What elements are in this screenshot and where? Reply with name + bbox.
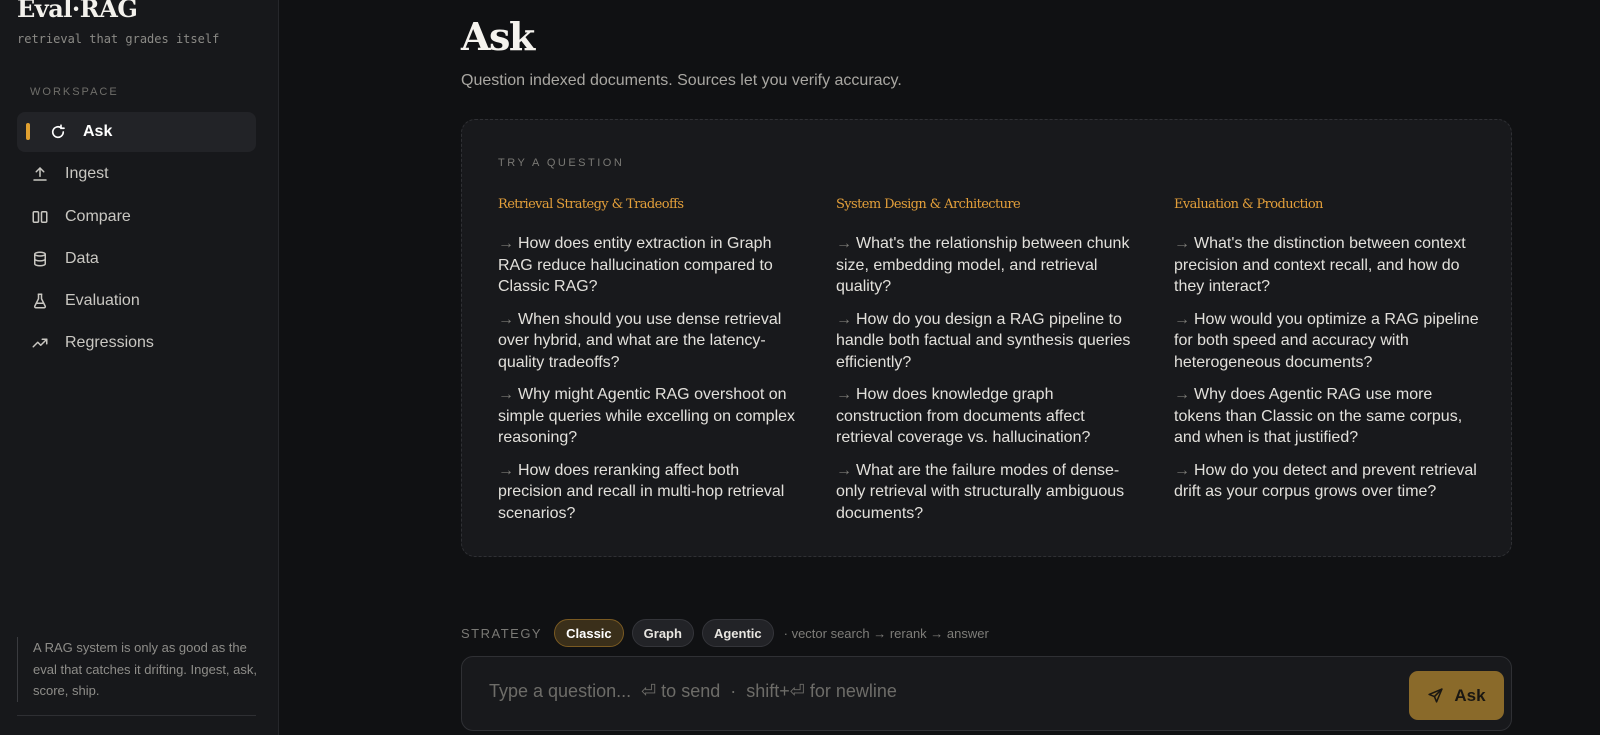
suggested-question[interactable]: → How does reranking affect both precisio… (498, 460, 803, 525)
arrow-right-icon: → (836, 461, 852, 479)
suggested-questions-card: TRY A QUESTION Retrieval Strategy & Trad… (461, 119, 1512, 557)
page-subtitle: Question indexed documents. Sources let … (461, 72, 902, 89)
send-icon (1427, 687, 1444, 704)
sidebar-quote: A RAG system is only as good as the eval… (17, 637, 257, 702)
columns-icon (31, 208, 49, 226)
strategy-option-graph[interactable]: Graph (631, 619, 694, 647)
suggested-question[interactable]: → What's the distinction between context … (1174, 233, 1479, 298)
question-column-evaluation: Evaluation & Production → What's the dist… (1174, 196, 1479, 514)
card-label: TRY A QUESTION (498, 157, 625, 169)
column-heading: Retrieval Strategy & Tradeoffs (498, 197, 684, 212)
question-input[interactable] (489, 675, 1369, 707)
active-indicator (26, 123, 30, 140)
arrow-right-icon: → (498, 235, 514, 252)
sidebar-item-evaluation[interactable]: Evaluation (17, 281, 256, 321)
database-icon (31, 250, 49, 268)
refresh-icon (49, 123, 67, 141)
sidebar-item-label: Regressions (65, 334, 154, 352)
arrow-right-icon: → (498, 461, 514, 479)
sidebar-item-ask[interactable]: Ask (17, 112, 256, 152)
column-heading: System Design & Architecture (836, 197, 1021, 212)
ask-button[interactable]: Ask (1409, 671, 1504, 720)
page-title: Ask (461, 14, 535, 59)
suggested-question[interactable]: → How do you design a RAG pipeline to han… (836, 309, 1141, 374)
suggested-question[interactable]: → How do you detect and prevent retrieval… (1174, 460, 1479, 503)
suggested-question[interactable]: → Why does Agentic RAG use more tokens th… (1174, 384, 1479, 449)
arrow-right-icon: → (1174, 310, 1190, 328)
column-heading: Evaluation & Production (1174, 197, 1323, 212)
suggested-question[interactable]: → How does entity extraction in Graph RAG… (498, 233, 803, 298)
sidebar-item-data[interactable]: Data (17, 239, 256, 279)
strategy-option-classic[interactable]: Classic (554, 619, 624, 647)
brand-logo: Eval·RAG (17, 0, 138, 23)
upload-icon (31, 165, 49, 183)
arrow-right-icon: → (836, 235, 852, 252)
question-column-retrieval: Retrieval Strategy & Tradeoffs → How does… (498, 196, 803, 535)
sidebar-item-label: Ingest (65, 165, 109, 183)
sidebar: Eval·RAG retrieval that grades itself WO… (0, 0, 279, 735)
suggested-question[interactable]: → Why might Agentic RAG overshoot on simp… (498, 384, 803, 449)
sidebar-item-compare[interactable]: Compare (17, 197, 256, 237)
ask-button-label: Ask (1454, 685, 1486, 705)
sidebar-item-label: Ask (83, 123, 113, 140)
question-input-box: Ask (461, 656, 1512, 731)
suggested-question[interactable]: → How does knowledge graph construction f… (836, 384, 1141, 449)
suggested-question[interactable]: → How would you optimize a RAG pipeline f… (1174, 309, 1479, 374)
question-column-system-design: System Design & Architecture → What's the… (836, 196, 1141, 535)
workspace-section-label: WORKSPACE (30, 86, 119, 98)
arrow-right-icon: → (1174, 235, 1190, 252)
sidebar-nav: Ask Ingest Compare Data Evaluation Regre… (17, 112, 256, 366)
suggested-question[interactable]: → When should you use dense retrieval ove… (498, 309, 803, 374)
arrow-right-icon: → (1174, 386, 1190, 403)
strategy-hint: · vector search → rerank → answer (783, 625, 989, 641)
sidebar-item-regressions[interactable]: Regressions (17, 323, 256, 363)
arrow-right-icon: → (498, 386, 514, 403)
arrow-right-icon: → (836, 386, 852, 403)
flask-icon (31, 292, 49, 310)
sidebar-item-label: Data (65, 249, 99, 267)
strategy-option-agentic[interactable]: Agentic (701, 619, 774, 647)
strategy-label: STRATEGY (461, 625, 543, 641)
arrow-right-icon: → (836, 310, 852, 328)
suggested-question[interactable]: → What's the relationship between chunk s… (836, 233, 1141, 298)
arrow-right-icon: → (1174, 461, 1190, 479)
trending-up-icon (31, 334, 49, 352)
sidebar-item-ingest[interactable]: Ingest (17, 154, 256, 194)
sidebar-item-label: Compare (65, 207, 131, 225)
strategy-selector: STRATEGY Classic Graph Agentic · vector … (461, 619, 989, 647)
arrow-right-icon: → (498, 310, 514, 328)
brand-tagline: retrieval that grades itself (17, 32, 220, 46)
sidebar-item-label: Evaluation (65, 292, 140, 310)
suggested-question[interactable]: → What are the failure modes of dense-onl… (836, 460, 1141, 525)
sidebar-divider (17, 715, 256, 716)
